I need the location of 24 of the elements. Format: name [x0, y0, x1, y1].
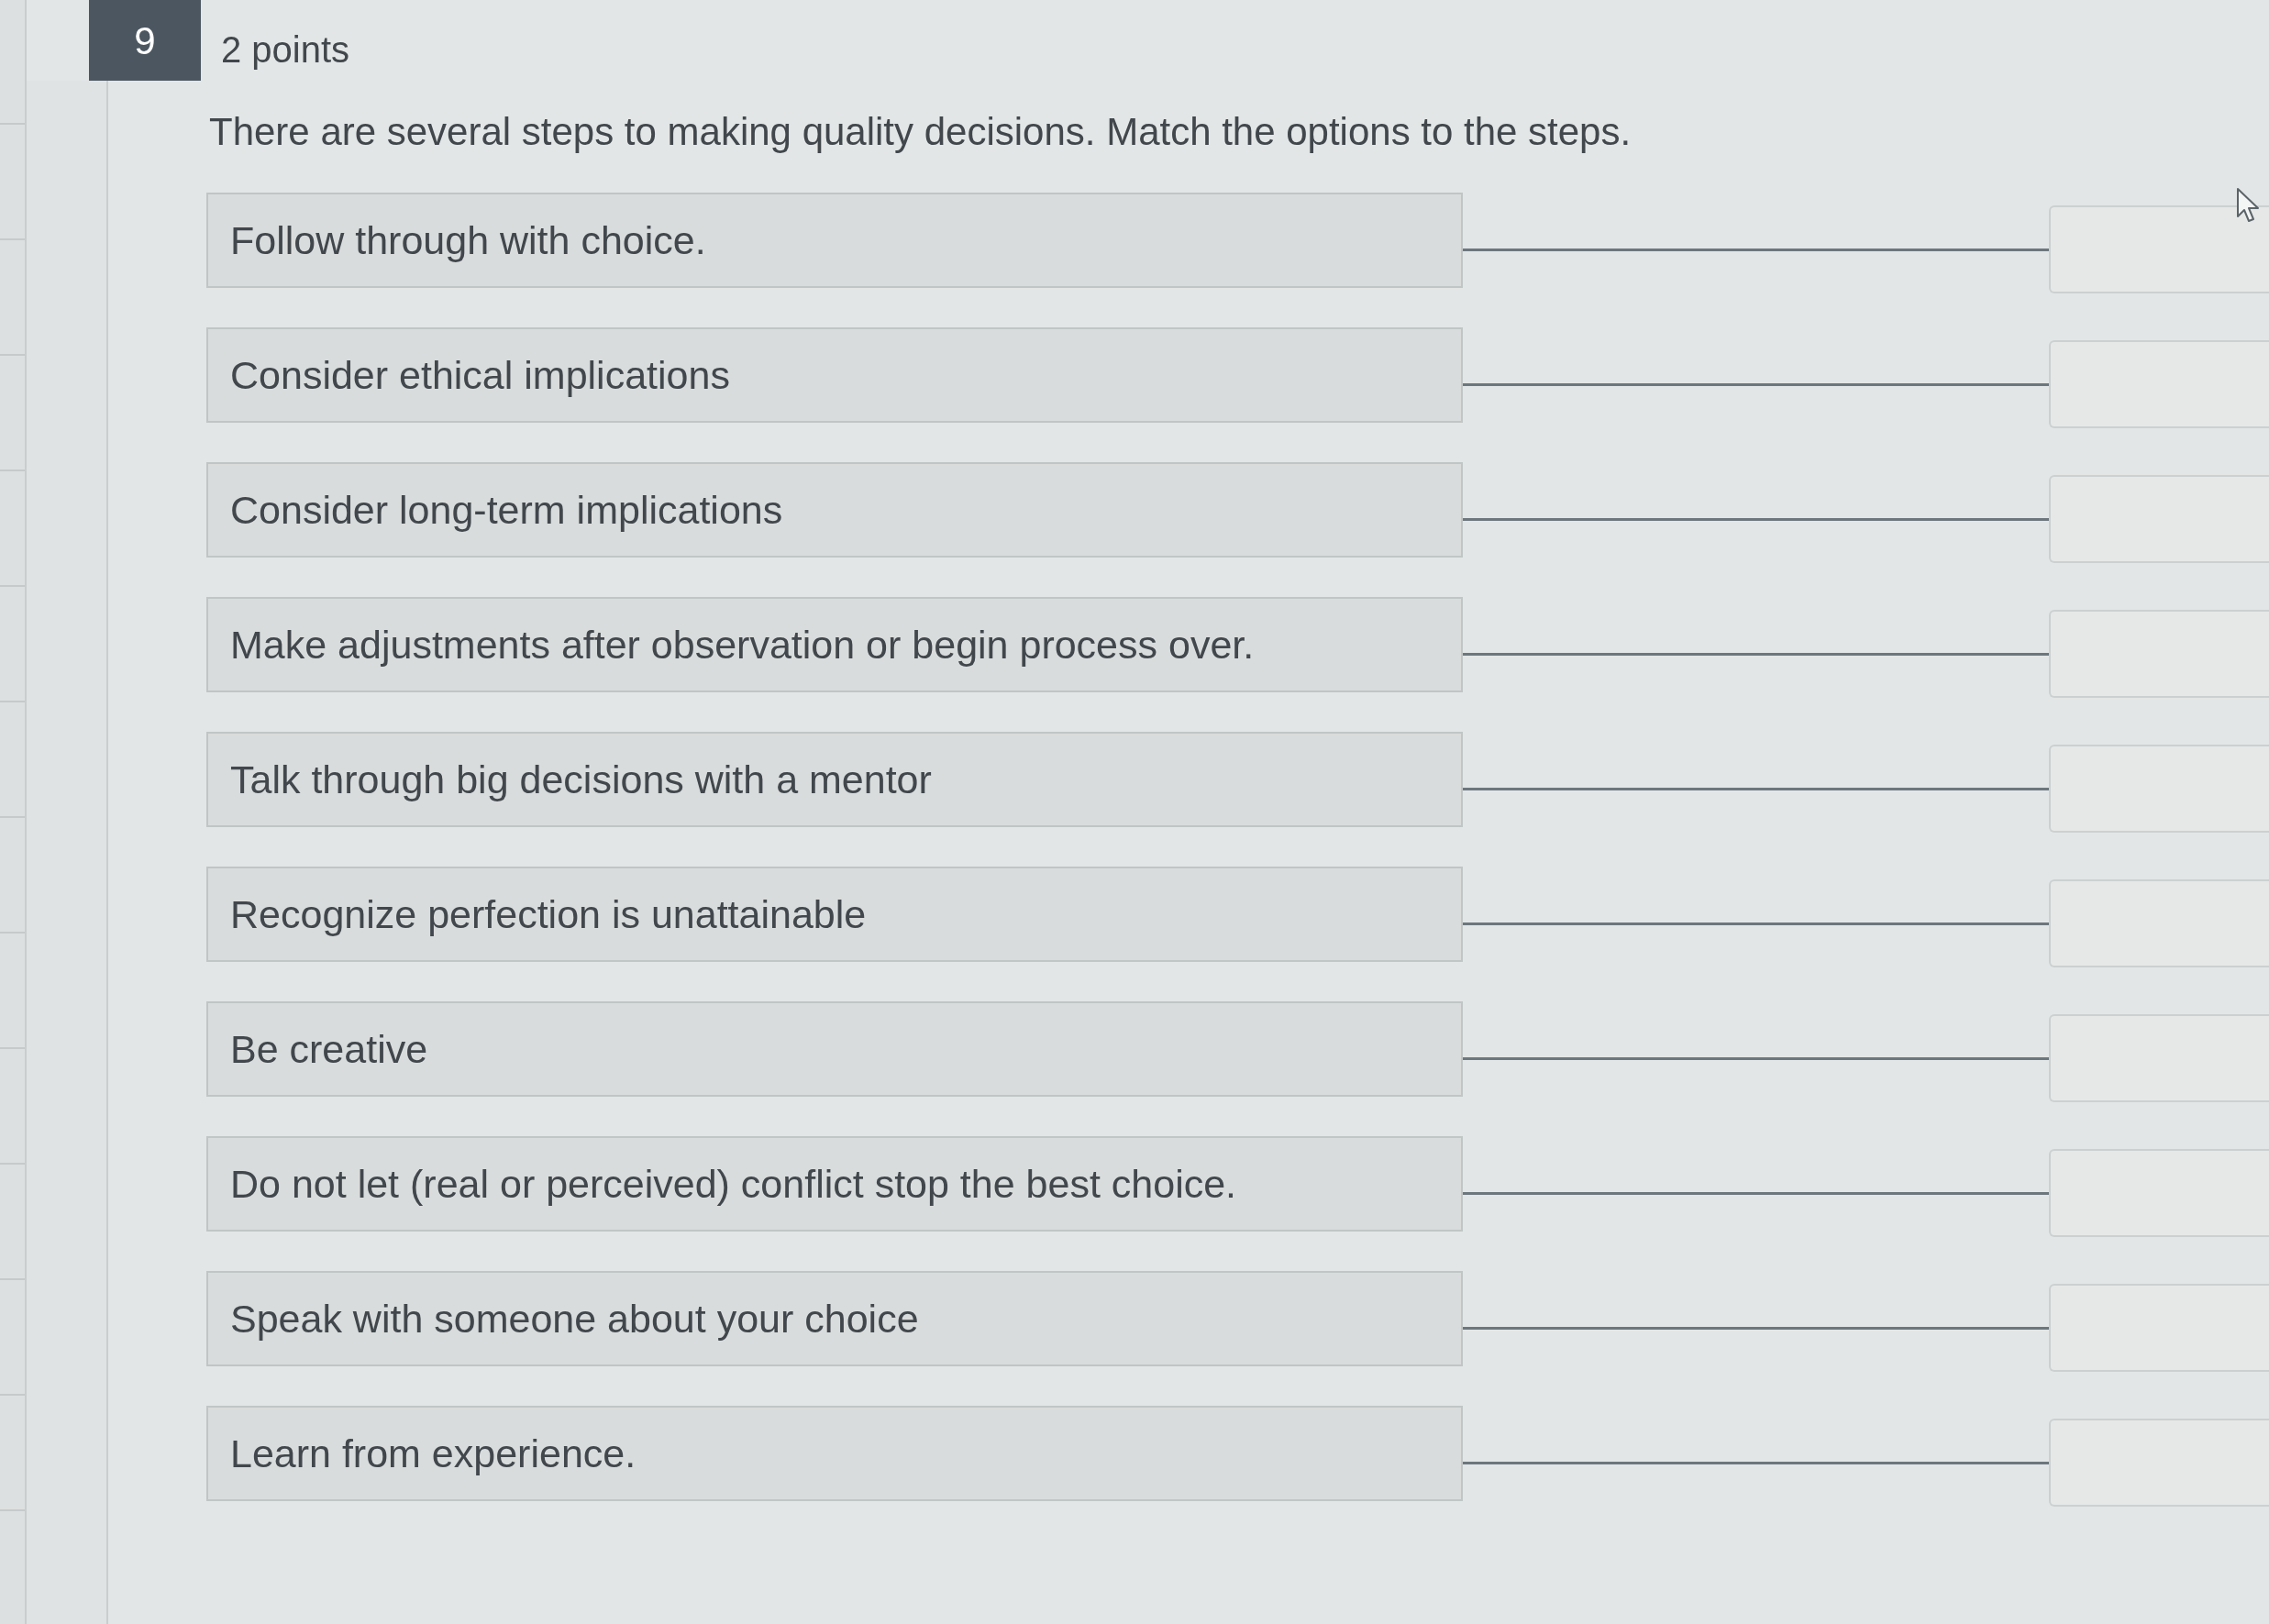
answer-box[interactable] — [2049, 1284, 2269, 1372]
option-card[interactable]: Learn from experience. — [206, 1406, 1463, 1501]
option-card[interactable]: Consider ethical implications — [206, 327, 1463, 423]
option-card[interactable]: Consider long-term implications — [206, 462, 1463, 558]
option-card[interactable]: Be creative — [206, 1001, 1463, 1097]
answer-box[interactable] — [2049, 745, 2269, 833]
answer-box[interactable] — [2049, 475, 2269, 563]
option-card[interactable]: Talk through big decisions with a mentor — [206, 732, 1463, 827]
answer-box[interactable] — [2049, 205, 2269, 293]
question-prompt: There are several steps to making quality decisions. Match the options to the steps. — [209, 109, 1632, 155]
option-card[interactable]: Make adjustments after observation or begin process over. — [206, 597, 1463, 692]
option-card[interactable]: Do not let (real or perceived) conflict stop the best choice. — [206, 1136, 1463, 1232]
answer-box[interactable] — [2049, 1419, 2269, 1507]
answer-box[interactable] — [2049, 879, 2269, 967]
option-card[interactable]: Recognize perfection is unattainable — [206, 867, 1463, 962]
option-card[interactable]: Follow through with choice. — [206, 193, 1463, 288]
question-number: 9 — [89, 0, 201, 81]
option-card[interactable]: Speak with someone about your choice — [206, 1271, 1463, 1366]
points-label: 2 points — [221, 28, 350, 72]
answer-box[interactable] — [2049, 610, 2269, 698]
answer-box[interactable] — [2049, 1149, 2269, 1237]
answer-box[interactable] — [2049, 340, 2269, 428]
pointer-cursor-icon — [2236, 187, 2260, 224]
answer-box[interactable] — [2049, 1014, 2269, 1102]
